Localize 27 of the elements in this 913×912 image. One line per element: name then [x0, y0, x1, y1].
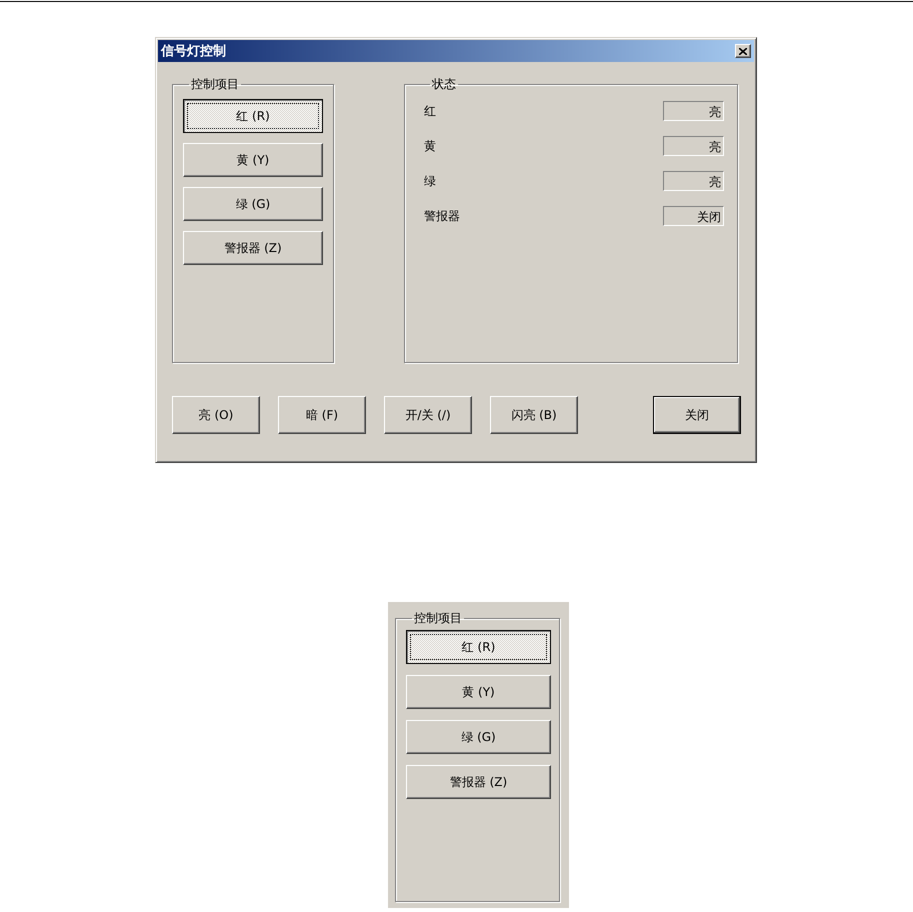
action-button[interactable]: 闪亮 (B): [490, 396, 578, 434]
status-label: 黄: [424, 138, 436, 154]
action-button[interactable]: 关闭: [653, 396, 741, 434]
item-button[interactable]: 红 (R): [183, 99, 323, 133]
group-title: 控制项目: [190, 76, 240, 93]
item-button[interactable]: 红 (R): [406, 630, 551, 664]
group-title: 状态: [431, 76, 457, 93]
action-button[interactable]: 开/关 (/): [384, 396, 472, 434]
status-label: 警报器: [424, 208, 460, 224]
status-value-field: 亮: [663, 136, 724, 156]
item-button[interactable]: 绿 (G): [183, 187, 323, 221]
status-value-field: 亮: [663, 171, 724, 191]
action-button[interactable]: 暗 (F): [278, 396, 366, 434]
status-label: 绿: [424, 172, 436, 190]
close-button[interactable]: [735, 44, 751, 58]
item-button[interactable]: 绿 (G): [406, 720, 551, 754]
status-label: 红: [424, 102, 436, 120]
item-button[interactable]: 黄 (Y): [406, 675, 551, 709]
item-button[interactable]: 警报器 (Z): [183, 231, 323, 265]
item-button[interactable]: 黄 (Y): [183, 143, 323, 177]
close-icon: [739, 48, 747, 54]
action-button[interactable]: 亮 (O): [172, 396, 260, 434]
item-button[interactable]: 警报器 (Z): [406, 765, 551, 799]
group-title: 控制项目: [413, 610, 463, 627]
status-value-field: 关闭: [663, 206, 724, 226]
status-value-field: 亮: [663, 101, 724, 121]
window-title: 信号灯控制: [161, 43, 226, 60]
